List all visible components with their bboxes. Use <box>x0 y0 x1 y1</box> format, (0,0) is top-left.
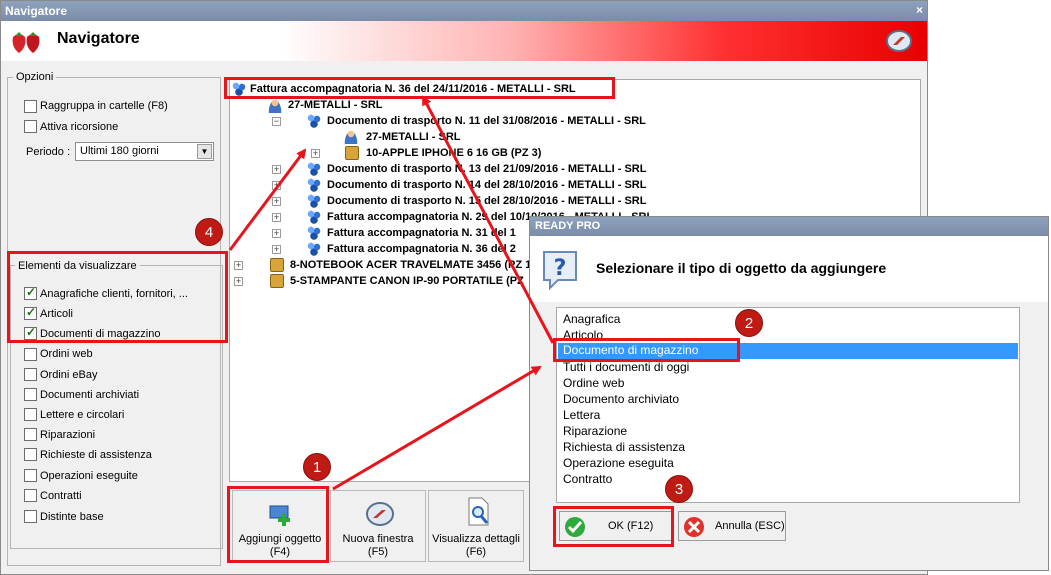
arrow-list-to-root <box>421 95 555 344</box>
step-badge-3: 3 <box>665 475 693 503</box>
arrow-button-to-list <box>332 365 542 491</box>
step-badge-2: 2 <box>735 309 763 337</box>
step-badge-4: 4 <box>195 218 223 246</box>
step-badge-1: 1 <box>303 453 331 481</box>
annotation-arrows <box>228 95 555 491</box>
arrow-panel-to-tree <box>228 148 307 251</box>
